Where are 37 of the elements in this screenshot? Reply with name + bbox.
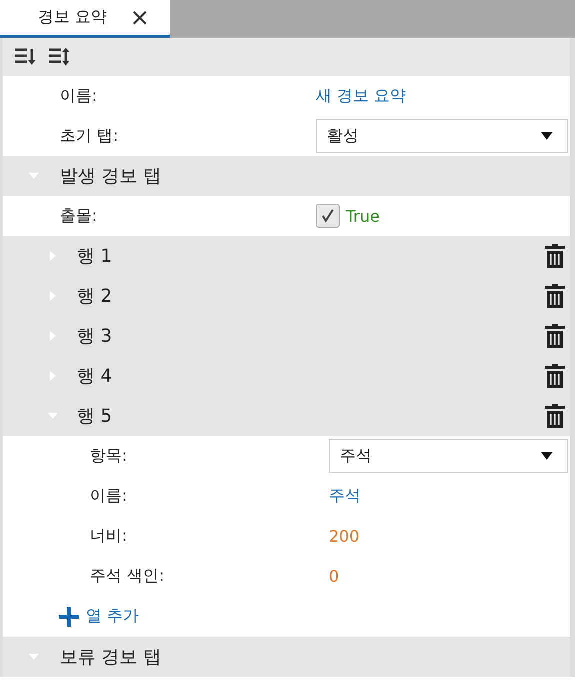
row-header[interactable]: 행 3 bbox=[3, 316, 570, 356]
trash-icon[interactable] bbox=[545, 244, 565, 268]
dropdown[interactable]: 주석 bbox=[329, 439, 568, 473]
check-icon bbox=[320, 208, 336, 224]
caret-icon bbox=[541, 132, 553, 140]
plus-icon bbox=[58, 606, 80, 628]
tab[interactable]: 경보 요약 bbox=[0, 0, 170, 38]
trash-icon[interactable] bbox=[545, 284, 565, 308]
property-label: 초기 탭: bbox=[60, 126, 118, 144]
property-label: 출몰: bbox=[60, 206, 98, 224]
trash-icon[interactable] bbox=[545, 404, 565, 428]
checkbox-label: True bbox=[346, 206, 380, 226]
sort-icon[interactable] bbox=[14, 47, 38, 67]
section-header[interactable]: 발생 경보 탭 bbox=[3, 156, 570, 196]
row-header[interactable]: 행 4 bbox=[3, 356, 570, 396]
trash-icon[interactable] bbox=[545, 324, 565, 348]
property-value[interactable]: 새 경보 요약 bbox=[316, 86, 406, 106]
property-label: 주석 색인: bbox=[90, 566, 164, 584]
row-header[interactable]: 행 5 bbox=[3, 396, 570, 436]
property-value[interactable]: 주석 bbox=[329, 486, 361, 506]
section-header[interactable]: 보류 경보 탭 bbox=[3, 637, 570, 677]
property-label: 이름: bbox=[60, 86, 98, 104]
sort-icon[interactable] bbox=[48, 47, 72, 67]
property-label: 항목: bbox=[90, 446, 128, 464]
dropdown[interactable]: 활성 bbox=[316, 119, 568, 153]
property-label: 이름: bbox=[90, 486, 128, 504]
row-header[interactable]: 행 1 bbox=[3, 236, 570, 276]
caret-icon bbox=[541, 452, 553, 460]
property-value: 200 bbox=[329, 526, 360, 546]
checkbox[interactable] bbox=[316, 204, 340, 228]
add-column-button[interactable]: 열 추가 bbox=[58, 606, 140, 628]
tab-label: 경보 요약 bbox=[38, 7, 108, 28]
property-value: 0 bbox=[329, 566, 340, 586]
trash-icon[interactable] bbox=[545, 364, 565, 388]
close-icon[interactable] bbox=[133, 10, 148, 24]
row-header[interactable]: 행 2 bbox=[3, 276, 570, 316]
property-label: 너비: bbox=[90, 526, 128, 544]
